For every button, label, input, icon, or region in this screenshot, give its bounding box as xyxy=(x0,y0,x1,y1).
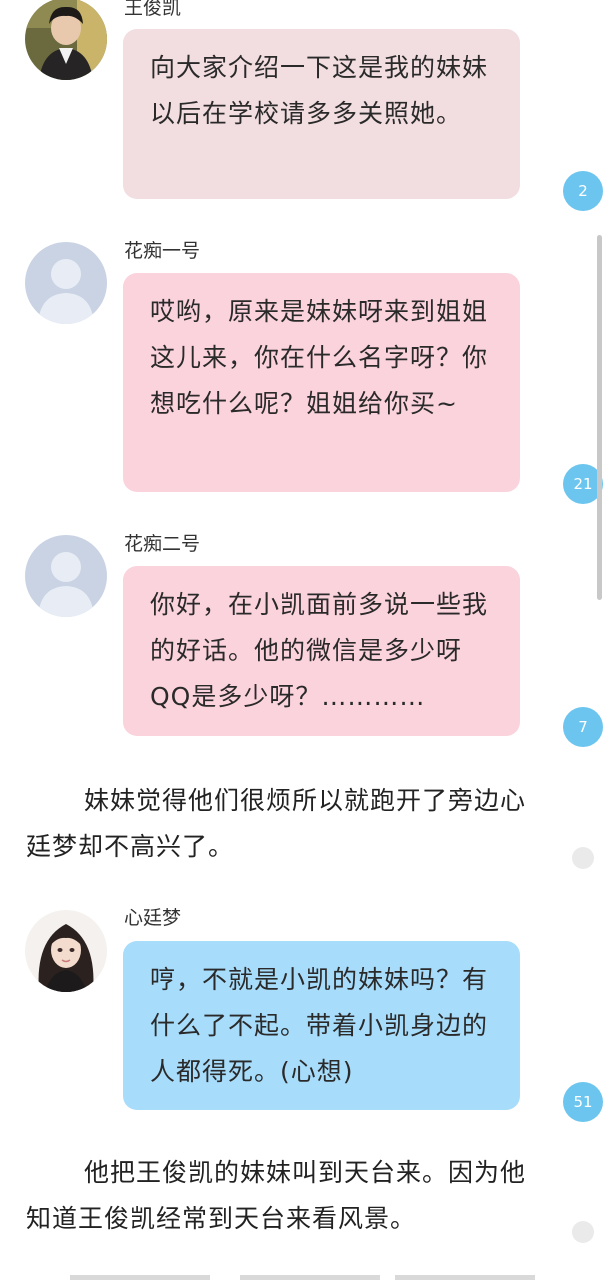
message-bubble: 哎哟，原来是妹妹呀来到姐姐这儿来，你在什么名字呀？你想吃什么呢？姐姐给你买~ xyxy=(123,273,520,492)
girl-photo-avatar-icon xyxy=(25,910,107,992)
bottom-toolbar-segment[interactable] xyxy=(240,1275,380,1280)
comment-count-badge-empty[interactable] xyxy=(572,847,594,869)
speaker-name: 王俊凯 xyxy=(124,0,182,19)
bottom-toolbar-segment[interactable] xyxy=(395,1275,535,1280)
bottom-toolbar-segment[interactable] xyxy=(70,1275,210,1280)
message-bubble: 你好，在小凯面前多说一些我的好话。他的微信是多少呀QQ是多少呀？………… xyxy=(123,566,520,736)
narrative-paragraph: 他把王俊凯的妹妹叫到天台来。因为他知道王俊凯经常到天台来看风景。 xyxy=(26,1158,527,1233)
speaker-name: 花痴一号 xyxy=(124,240,201,262)
avatar[interactable] xyxy=(25,535,107,617)
comment-count-badge[interactable]: 51 xyxy=(563,1082,603,1122)
boy-photo-avatar-icon xyxy=(25,0,107,80)
message-bubble: 哼，不就是小凯的妹妹吗？有什么了不起。带着小凯身边的人都得死。(心想) xyxy=(123,941,520,1110)
avatar[interactable] xyxy=(25,910,107,992)
comment-count-badge[interactable]: 7 xyxy=(563,707,603,747)
avatar[interactable] xyxy=(25,242,107,324)
default-user-avatar-icon xyxy=(25,242,107,324)
comment-count-badge-empty[interactable] xyxy=(572,1221,594,1243)
message-bubble: 向大家介绍一下这是我的妹妹以后在学校请多多关照她。 xyxy=(123,29,520,199)
speaker-name: 花痴二号 xyxy=(124,533,201,555)
speaker-name: 心廷梦 xyxy=(124,907,182,929)
default-user-avatar-icon xyxy=(25,535,107,617)
avatar[interactable] xyxy=(25,0,107,80)
scrollbar[interactable] xyxy=(597,235,602,600)
comment-count-badge[interactable]: 2 xyxy=(563,171,603,211)
narrative-paragraph: 妹妹觉得他们很烦所以就跑开了旁边心廷梦却不高兴了。 xyxy=(26,786,527,861)
